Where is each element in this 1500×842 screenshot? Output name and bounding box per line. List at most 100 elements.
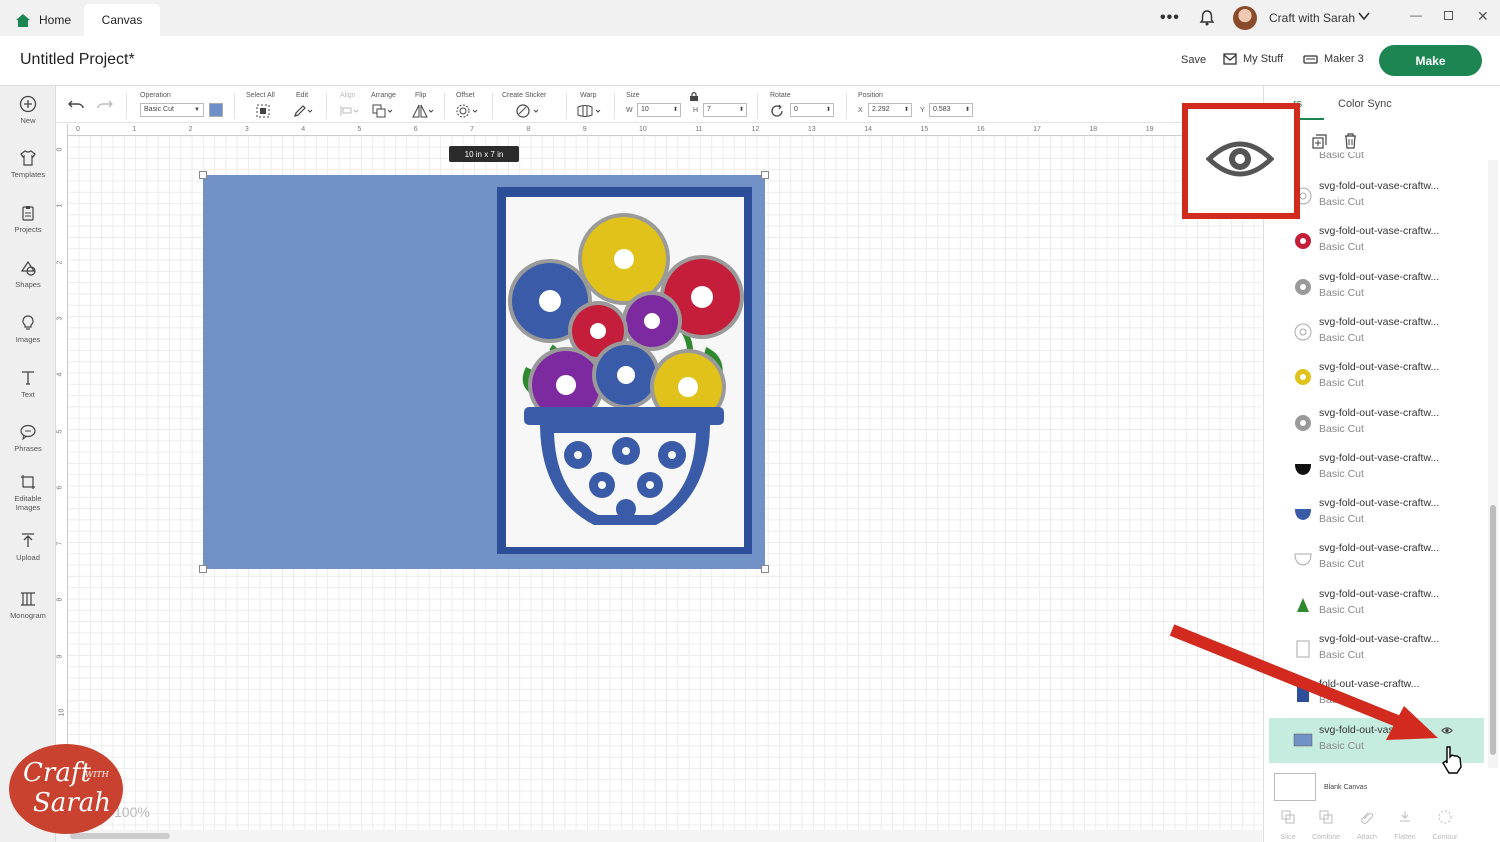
toolbar-divider [757,93,758,119]
layer-row[interactable]: svg-fold-out-vase-craftw... Basic Cut [1269,536,1484,581]
close-window-button[interactable]: ✕ [1477,8,1489,25]
layer-row[interactable]: svg-fold-out-vase-craftw... Basic Cut [1269,401,1484,446]
layer-row[interactable]: svg-fold-out-vase-craftw... Basic Cut [1269,446,1484,491]
sidebar-item-projects[interactable]: Projects [0,204,56,234]
sidebar-item-images[interactable]: Images [0,314,56,344]
horizontal-scroll-thumb[interactable] [70,833,170,839]
stepper-icon[interactable]: ⬍ [965,104,970,116]
layer-operation: Basic Cut [1319,196,1364,208]
undo-icon[interactable] [68,99,84,111]
y-position-input[interactable]: 0.583 ⬍ [929,103,973,117]
layer-row[interactable]: svg-fold-out-vase-craftw... Basic Cut [1269,627,1484,672]
shapes-icon [20,260,36,276]
layer-row[interactable]: svg-fold-out-vase-craftw... Basic Cut [1269,491,1484,536]
sidebar-item-new[interactable]: New [0,95,56,125]
width-input[interactable]: 10 ⬍ [637,103,681,117]
save-button[interactable]: Save [1181,54,1206,66]
blank-canvas-thumbnail[interactable] [1274,773,1316,801]
clipboard-icon [22,206,34,221]
sidebar-item-shapes[interactable]: Shapes [0,259,56,289]
lock-icon[interactable] [689,91,699,102]
x-position-input[interactable]: 2.292 ⬍ [868,103,912,117]
bell-icon[interactable] [1198,9,1216,27]
stepper-icon[interactable]: ⬍ [904,104,909,116]
layer-row[interactable]: svg-fold-out-vase-craftw... Basic Cut [1269,174,1484,219]
flower-blue-center [592,341,660,409]
stepper-icon[interactable]: ⬍ [673,104,678,116]
trash-icon[interactable] [1343,133,1358,149]
layer-row[interactable]: svg-fold-out-vase-craftw... Basic Cut [1269,582,1484,627]
sidebar-item-templates[interactable]: Templates [0,149,56,179]
layer-row[interactable]: svg-fold-out-vase-craftw... Basic Cut [1269,310,1484,355]
sidebar-label: Monogram [10,611,46,620]
resize-handle[interactable] [199,171,207,179]
contour-button[interactable]: Contour [1425,810,1465,842]
toolbar-divider [326,93,327,119]
offset-icon[interactable] [456,104,480,118]
tab-home[interactable]: Home [8,4,84,36]
stepper-icon[interactable]: ⬍ [826,104,831,116]
layer-row[interactable]: fold-out-vase-craftw... Basic [1269,672,1484,717]
layer-operation: Basic Cut [1319,286,1364,299]
arrange-icon[interactable] [372,104,394,118]
edit-pencil-icon[interactable] [293,104,313,118]
sticker-icon[interactable] [515,104,541,118]
maximize-button[interactable] [1444,11,1453,20]
sidebar-item-upload[interactable]: Upload [0,532,56,562]
sidebar-item-phrases[interactable]: Phrases [0,423,56,453]
resize-handle[interactable] [761,565,769,573]
sidebar-item-monogram[interactable]: Monogram [0,590,56,620]
minimize-button[interactable]: — [1410,8,1422,22]
horizontal-scrollbar[interactable] [56,830,1262,842]
left-sidebar: New Templates Projects Shapes Images Tex… [0,86,56,842]
sidebar-label: Templates [10,170,46,179]
layer-visibility-eye-icon[interactable] [1441,726,1453,735]
sidebar-item-editable-images[interactable]: Editable Images [0,473,56,512]
ruler-tick-label: 1 [56,203,64,208]
toolbar-divider [566,93,567,119]
flatten-button[interactable]: Flatten [1385,810,1425,842]
redo-icon[interactable] [97,99,113,111]
sidebar-item-text[interactable]: Text [0,369,56,399]
layer-row[interactable]: svg-fold-out-vase-craftw... Basic Cut [1269,219,1484,264]
attach-button[interactable]: Attach [1347,810,1387,842]
operation-select[interactable]: Basic Cut ▼ [140,103,204,117]
zoom-level[interactable]: 100% [114,804,150,820]
height-input[interactable]: 7 ⬍ [703,103,747,117]
user-name[interactable]: Craft with Sarah [1269,11,1355,25]
tab-canvas[interactable]: Canvas [84,4,160,36]
flower-vase-design[interactable] [506,197,744,547]
layer-operation: Basic Cut [1319,649,1364,661]
my-stuff-button[interactable]: My Stuff [1223,53,1283,65]
chevron-down-icon[interactable] [1358,10,1370,22]
resize-handle[interactable] [199,565,207,573]
toolbar-divider [234,93,235,119]
warp-icon[interactable] [577,104,603,118]
duplicate-icon[interactable] [1312,134,1327,149]
rotate-input[interactable]: 0 ⬍ [790,103,834,117]
make-button[interactable]: Make [1379,45,1482,76]
slice-button[interactable]: Slice [1268,810,1308,842]
combine-button[interactable]: Combine [1306,810,1346,842]
editable-image-icon [21,475,35,489]
more-dots-icon[interactable]: ••• [1160,9,1180,27]
align-icon[interactable] [339,105,359,117]
flip-icon[interactable] [412,104,434,118]
project-title[interactable]: Untitled Project* [20,51,135,69]
offset-label: Offset [456,92,475,99]
layer-row[interactable]: svg-fold-out-vase-craftw... Basic Cut [1269,355,1484,400]
vertical-scroll-thumb[interactable] [1490,505,1496,755]
tab-color-sync[interactable]: Color Sync [1338,98,1392,110]
stepper-icon[interactable]: ⬍ [739,104,744,116]
resize-handle[interactable] [761,171,769,179]
sidebar-label: Phrases [14,444,42,453]
ruler-tick-label: 2 [56,260,64,265]
select-all-icon[interactable] [256,104,270,118]
layer-row[interactable]: svg-fold-out-vase-craftw... Basic Cut [1269,265,1484,310]
ruler-tick-label: 14 [864,126,872,133]
y-position-value: 0.583 [933,106,951,113]
avatar[interactable] [1233,6,1257,30]
ruler-tick-label: 18 [1089,126,1098,133]
operation-color-swatch[interactable] [209,103,223,117]
machine-selector[interactable]: Maker 3 [1303,53,1364,65]
